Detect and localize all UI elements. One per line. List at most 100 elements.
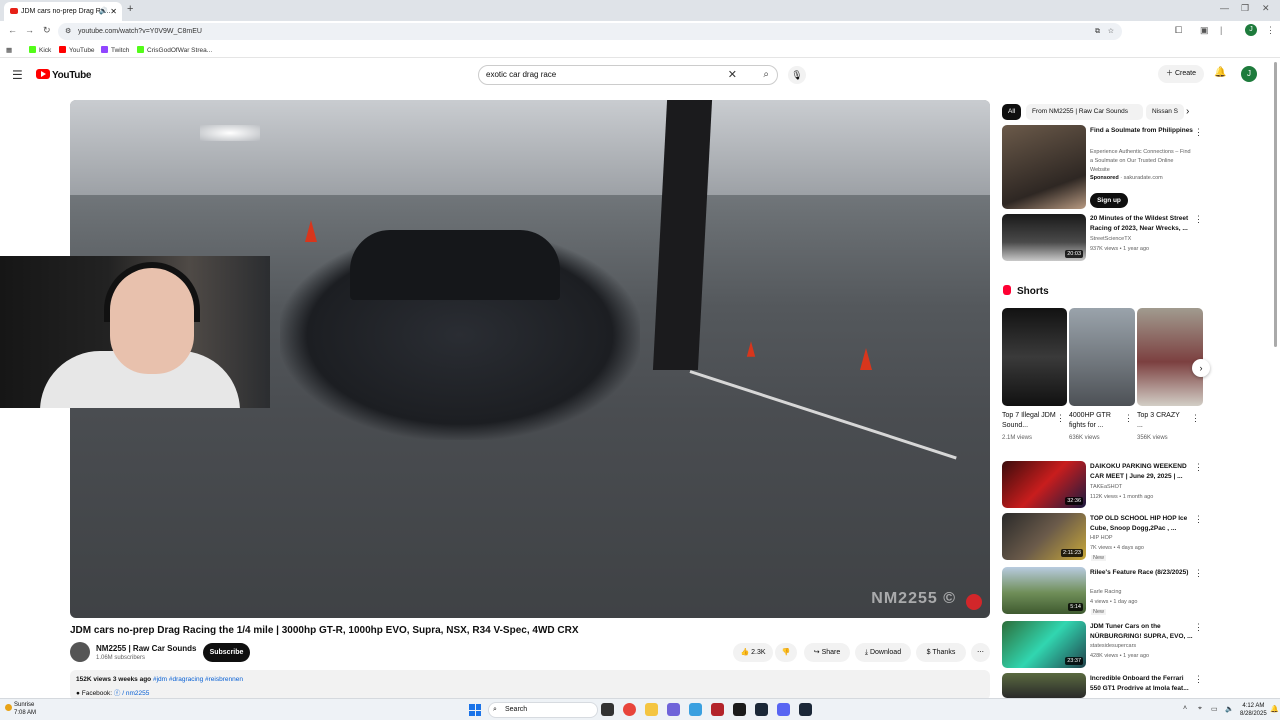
related-video-channel[interactable]: HIP HOP (1090, 535, 1113, 541)
shorts-next-icon[interactable]: › (1192, 359, 1210, 377)
bookmark-star-icon[interactable]: ☆ (1108, 23, 1114, 40)
related-video-channel[interactable]: TAKEaSHOT (1090, 484, 1122, 490)
location-icon[interactable]: ⌖ (1198, 705, 1202, 713)
more-vert-icon[interactable]: ⋮ (1191, 413, 1200, 424)
notifications-icon[interactable]: 🔔 (1270, 705, 1279, 713)
channel-name[interactable]: NM2255 | Raw Car Sounds (96, 644, 197, 653)
youtube-logo[interactable]: YouTube (36, 69, 92, 81)
related-video-title[interactable]: TOP OLD SCHOOL HIP HOP Ice Cube, Snoop D… (1090, 514, 1194, 533)
chrome-icon[interactable] (623, 703, 636, 716)
channel-avatar[interactable] (70, 642, 90, 662)
download-button[interactable]: ⤓ Download (855, 643, 911, 662)
steam-icon[interactable] (799, 703, 812, 716)
maximize-icon[interactable]: ❐ (1241, 3, 1249, 14)
short-title[interactable]: Top 7 Illegal JDM Sound... (1002, 411, 1058, 431)
file-explorer-icon[interactable] (645, 703, 658, 716)
short-title[interactable]: Top 3 CRAZY ... (1137, 411, 1187, 431)
ad-signup-button[interactable]: Sign up (1090, 193, 1128, 208)
extensions-icon[interactable]: ⧠ (1175, 25, 1182, 36)
related-video-channel[interactable]: statesidesupercars (1090, 643, 1136, 649)
discord-icon[interactable] (777, 703, 790, 716)
speaker-icon[interactable]: 🔊 (99, 2, 108, 21)
hashtags[interactable]: #jdm #dragracing #reisbrennen (153, 676, 243, 683)
chip-all[interactable]: All (1002, 104, 1022, 120)
more-vert-icon[interactable]: ⋮ (1194, 462, 1203, 473)
share-button[interactable]: ↪ Share (804, 643, 850, 662)
related-video-title[interactable]: DAIKOKU PARKING WEEKEND CAR MEET | June … (1090, 462, 1194, 481)
app-icon[interactable] (689, 703, 702, 716)
description-box[interactable]: 152K views 3 weeks ago #jdm #dragracing … (70, 670, 990, 700)
minimize-icon[interactable]: — (1220, 3, 1229, 13)
search-input[interactable]: exotic car drag race ✕ ⌕ (478, 65, 778, 85)
account-avatar[interactable]: J (1241, 66, 1257, 82)
short-thumbnail[interactable] (1002, 308, 1067, 406)
chip-from-channel[interactable]: From NM2255 | Raw Car Sounds (1026, 104, 1143, 120)
menu-kebab-icon[interactable]: ⋮ (1266, 25, 1275, 36)
microphone-icon[interactable]: 🎙 (788, 66, 806, 84)
clear-search-icon[interactable]: ✕ (728, 66, 737, 84)
ad-thumbnail[interactable] (1002, 125, 1086, 209)
weather-widget[interactable]: Sunrise 7:08 AM (5, 701, 36, 717)
short-thumbnail[interactable] (1069, 308, 1135, 406)
chip-nissan[interactable]: Nissan S (1146, 104, 1184, 120)
tab-active[interactable]: JDM cars no-prep Drag Ra... 🔊 ✕ (4, 2, 122, 21)
windows-start-icon[interactable] (469, 704, 481, 716)
like-button[interactable]: 👍 2.3K (733, 643, 773, 662)
tray-chevron-up-icon[interactable]: ˄ (1183, 705, 1187, 712)
hamburger-menu-icon[interactable]: ☰ (12, 68, 23, 82)
more-vert-icon[interactable]: ⋮ (1194, 568, 1203, 579)
related-video-title[interactable]: Incredible Onboard the Ferrari 550 GT1 P… (1090, 674, 1194, 696)
short-title[interactable]: 4000HP GTR fights for ... (1069, 411, 1125, 431)
more-vert-icon[interactable]: ⋮ (1194, 127, 1203, 138)
bookmark-crisgodofwar[interactable]: CrisGodOfWar Strea... (137, 46, 212, 54)
system-clock[interactable]: 4:12 AM 8/28/2025 (1240, 702, 1267, 718)
video-thumbnail[interactable]: 2:11:23 (1002, 513, 1086, 560)
address-bar[interactable]: ⚙ youtube.com/watch?v=Y0V9W_C8mEU ⧉ ☆ (58, 23, 1122, 40)
thanks-button[interactable]: $ Thanks (916, 643, 966, 662)
more-vert-icon[interactable]: ⋮ (1194, 622, 1203, 633)
site-info-icon[interactable]: ⚙ (65, 23, 71, 40)
steam-icon[interactable] (755, 703, 768, 716)
video-thumbnail[interactable] (1002, 673, 1086, 698)
search-icon[interactable]: ⌕ (763, 66, 769, 84)
close-window-icon[interactable]: ✕ (1262, 3, 1270, 14)
video-thumbnail[interactable]: 23:37 (1002, 621, 1086, 668)
taskbar-search[interactable]: ⌕ Search (488, 702, 598, 718)
bookmark-kick[interactable]: Kick (29, 46, 51, 54)
more-vert-icon[interactable]: ⋮ (1194, 674, 1203, 685)
related-video-channel[interactable]: Earle Racing (1090, 589, 1122, 595)
video-thumbnail[interactable]: 5:14 (1002, 567, 1086, 614)
app-icon[interactable] (733, 703, 746, 716)
subscribe-button[interactable]: Subscribe (203, 643, 250, 662)
more-actions-button[interactable]: ⋯ (971, 643, 990, 662)
forward-icon[interactable]: → (25, 25, 34, 35)
bookmark-twitch[interactable]: Twitch (101, 46, 129, 54)
chevron-right-icon[interactable]: › (1186, 106, 1189, 117)
more-vert-icon[interactable]: ⋮ (1194, 514, 1203, 525)
new-tab-button[interactable]: + (127, 3, 133, 15)
create-button[interactable]: ＋ Create (1158, 65, 1204, 83)
video-thumbnail[interactable]: 20:03 (1002, 214, 1086, 261)
install-icon[interactable]: ⧉ (1095, 23, 1100, 40)
video-thumbnail[interactable]: 32:36 (1002, 461, 1086, 508)
task-view-icon[interactable] (601, 703, 614, 716)
copilot-icon[interactable] (667, 703, 680, 716)
close-tab-icon[interactable]: ✕ (110, 2, 117, 21)
dislike-button[interactable]: 👎 (775, 643, 797, 662)
facebook-link[interactable]: ⓕ / nm2255 (114, 690, 149, 697)
profile-avatar[interactable]: J (1245, 24, 1257, 36)
related-video-title[interactable]: 20 Minutes of the Wildest Street Racing … (1090, 214, 1194, 233)
related-video-title[interactable]: Rilee's Feature Race (8/23/2025) (1090, 568, 1194, 578)
more-vert-icon[interactable]: ⋮ (1056, 413, 1065, 424)
back-icon[interactable]: ← (8, 25, 17, 35)
more-vert-icon[interactable]: ⋮ (1194, 214, 1203, 225)
volume-icon[interactable]: 🔈 (1225, 705, 1234, 713)
more-vert-icon[interactable]: ⋮ (1124, 413, 1133, 424)
app-icon[interactable] (711, 703, 724, 716)
related-video-title[interactable]: JDM Tuner Cars on the NÜRBURGRING! SUPRA… (1090, 622, 1194, 641)
ad-title[interactable]: Find a Soulmate from Philippines (1090, 126, 1194, 136)
reload-icon[interactable]: ↻ (43, 25, 51, 36)
apps-grid-icon[interactable]: ▦ (6, 46, 12, 54)
scrollbar-thumb[interactable] (1274, 62, 1277, 347)
short-thumbnail[interactable] (1137, 308, 1203, 406)
